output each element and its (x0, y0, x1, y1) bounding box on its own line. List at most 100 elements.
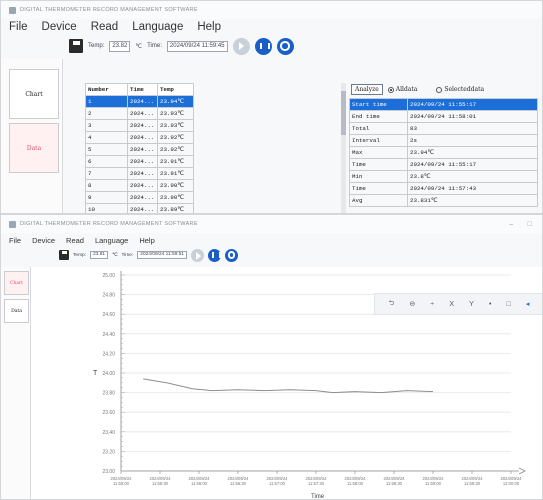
tab-data[interactable]: Data (4, 299, 29, 323)
radio-alldata[interactable]: Alldata (387, 86, 418, 93)
temperature-series-line (143, 378, 434, 394)
y-axis-label: T (93, 370, 98, 377)
table-row[interactable]: 7 2024... 23.91℃ (85, 167, 194, 180)
y-tick-label: 24.20 (102, 351, 115, 357)
table-row[interactable]: 9 2024... 23.90℃ (85, 191, 194, 204)
table-row[interactable]: 3 2024... 23.93℃ (85, 119, 194, 132)
radio-selecteddata[interactable]: Selecteddata (436, 86, 484, 93)
stop-button[interactable] (276, 37, 294, 55)
cell-time: 2024... (127, 143, 158, 156)
tab-data[interactable]: Data (9, 123, 59, 173)
menu-language[interactable]: Language (95, 236, 128, 245)
stat-label: End time (349, 110, 408, 123)
analyze-header: Analyze Alldata Selecteddata (351, 83, 541, 96)
cell-temp: 23.89℃ (157, 203, 194, 213)
radio-selecteddata-label: Selecteddata (444, 86, 485, 93)
divide-icon[interactable]: ÷ (430, 301, 434, 308)
table-row[interactable]: 8 2024... 23.90℃ (85, 179, 194, 192)
menu-device[interactable]: Device (32, 236, 55, 245)
column-header-temp[interactable]: Temp (157, 83, 194, 96)
save-icon[interactable] (69, 39, 83, 53)
x-axis-zoom-button[interactable]: X (449, 301, 454, 308)
temp-field[interactable]: 23.81 (90, 251, 109, 259)
pause-button[interactable] (207, 248, 221, 262)
table-header-row: Number Time Temp (85, 83, 194, 96)
menu-language[interactable]: Language (132, 21, 183, 33)
zoom-out-icon[interactable]: ⊖ (409, 300, 415, 308)
square-icon[interactable]: □ (507, 301, 511, 308)
analyze-button[interactable]: Analyze (351, 84, 383, 95)
table-row[interactable]: 4 2024... 23.92℃ (85, 131, 194, 144)
x-tick-label: 2024/09/24 11:59:30 (462, 476, 484, 486)
menu-help[interactable]: Help (197, 21, 221, 33)
cell-temp: 23.92℃ (157, 131, 194, 144)
tab-chart[interactable]: Chart (9, 69, 59, 119)
stats-row: Time 2024/09/24 11:57:43 (349, 182, 538, 195)
column-header-time[interactable]: Time (127, 83, 158, 96)
temp-label: Temp: (88, 43, 105, 49)
cell-number: 9 (85, 191, 128, 204)
maximize-icon[interactable]: □ (527, 221, 532, 228)
minimize-icon[interactable]: – (509, 221, 513, 228)
y-tick-label: 23.20 (102, 449, 115, 455)
x-axis-label: Time (311, 494, 325, 500)
title-bar: DIGITAL THERMOMETER RECORD MANAGEMENT SO… (1, 1, 542, 19)
cell-number: 8 (85, 179, 128, 192)
stats-row: Max 23.94℃ (349, 146, 538, 159)
pause-button[interactable] (254, 37, 272, 55)
stat-label: Interval (349, 134, 408, 147)
radio-alldata-label: Alldata (395, 86, 418, 93)
menu-read[interactable]: Read (91, 21, 119, 33)
x-tick-label: 2024/09/24 12:00:00 (501, 476, 523, 486)
menu-file[interactable]: File (9, 21, 28, 33)
cell-number: 10 (85, 203, 128, 213)
time-label: Time: (147, 43, 162, 49)
cell-number: 5 (85, 143, 128, 156)
point-icon[interactable]: • (489, 301, 491, 308)
cell-time: 2024... (127, 179, 158, 192)
menu-read[interactable]: Read (66, 236, 84, 245)
window-controls: – □ (509, 221, 532, 228)
cell-temp: 23.94℃ (157, 95, 194, 108)
time-field[interactable]: 2024/09/24 11:59:45 (166, 40, 228, 52)
save-icon[interactable] (59, 250, 69, 260)
time-field[interactable]: 2024/09/24 11:59:51 (137, 251, 187, 259)
temp-field[interactable]: 23.82 (109, 40, 131, 52)
scrollbar-thumb[interactable] (341, 91, 346, 135)
column-header-number[interactable]: Number (85, 83, 128, 96)
y-tick-label: 23.40 (102, 430, 115, 436)
stats-row: Total 83 (349, 122, 538, 135)
scrollbar[interactable] (341, 83, 346, 213)
cell-time: 2024... (127, 155, 158, 168)
menu-help[interactable]: Help (139, 236, 154, 245)
data-table: Number Time Temp 1 2024... 23.94℃ 2 2024... 2… (85, 83, 194, 213)
cell-temp: 23.91℃ (157, 167, 194, 180)
menu-bar: File Device Read Language Help (1, 233, 542, 247)
table-row[interactable]: 1 2024... 23.94℃ (85, 95, 194, 108)
toolbar: Temp: 23.82 ℃ Time: 2024/09/24 11:59:45 (1, 35, 542, 57)
time-label: Time: (121, 252, 134, 258)
play-button[interactable] (190, 248, 204, 262)
tab-chart[interactable]: Chart (4, 271, 29, 295)
stop-button[interactable] (224, 248, 238, 262)
menu-bar: File Device Read Language Help (1, 19, 542, 35)
table-row[interactable]: 6 2024... 23.91℃ (85, 155, 194, 168)
stat-value: 2024/09/24 11:58:01 (407, 110, 538, 123)
reset-icon[interactable]: ⮌ (389, 299, 395, 310)
cell-time: 2024... (127, 95, 158, 108)
y-axis-zoom-button[interactable]: Y (469, 301, 474, 308)
table-row[interactable]: 2 2024... 23.93℃ (85, 107, 194, 120)
cell-time: 2024... (127, 203, 158, 213)
cell-number: 1 (85, 95, 128, 108)
table-row[interactable]: 5 2024... 23.92℃ (85, 143, 194, 156)
play-button[interactable] (232, 37, 250, 55)
stat-label: Max (349, 146, 408, 159)
table-row[interactable]: 10 2024... 23.89℃ (85, 203, 194, 213)
menu-device[interactable]: Device (42, 21, 77, 33)
app-icon (9, 6, 16, 14)
stats-table-body: Start time 2024/09/24 11:55:17 End time 202… (349, 98, 538, 207)
cell-time: 2024... (127, 107, 158, 120)
menu-file[interactable]: File (9, 236, 21, 245)
stats-row: Start time 2024/09/24 11:55:17 (349, 98, 538, 111)
collapse-icon[interactable]: ◂ (526, 300, 530, 308)
